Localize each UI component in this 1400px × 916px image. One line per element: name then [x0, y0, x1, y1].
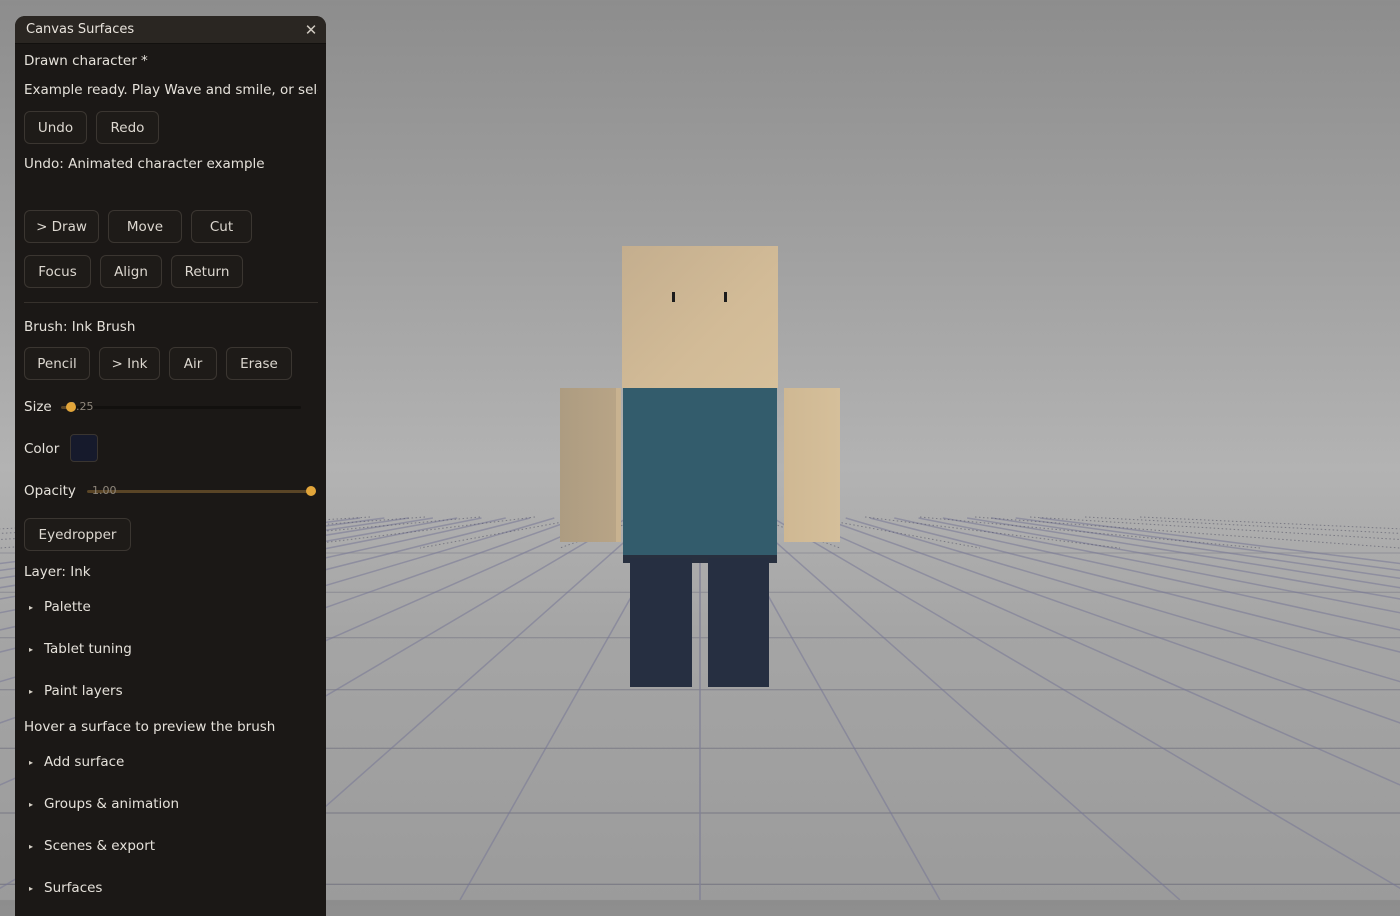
character-left-arm[interactable]: [560, 388, 621, 542]
character-left-leg[interactable]: [630, 558, 692, 687]
add-surface-section[interactable]: ▸ Add surface: [29, 754, 124, 770]
section-label: Tablet tuning: [44, 641, 132, 657]
size-label: Size: [24, 399, 52, 415]
caret-right-icon: ▸: [29, 686, 34, 696]
paint-layers-section[interactable]: ▸ Paint layers: [29, 683, 123, 699]
close-icon[interactable]: ✕: [302, 21, 320, 39]
character-right-leg[interactable]: [708, 558, 769, 687]
panel-title: Canvas Surfaces: [26, 22, 135, 37]
undo-button[interactable]: Undo: [24, 111, 87, 144]
opacity-label: Opacity: [24, 483, 76, 499]
grid-line-receding: [942, 517, 1400, 600]
focus-button[interactable]: Focus: [24, 255, 91, 288]
character-torso[interactable]: [623, 388, 777, 555]
palette-section[interactable]: ▸ Palette: [29, 599, 91, 615]
grid-line-receding: [991, 517, 1400, 580]
grid-line-receding: [966, 517, 1400, 589]
section-label: Add surface: [44, 754, 125, 770]
grid-line-receding: [772, 517, 1400, 890]
document-name: Drawn character *: [24, 53, 148, 69]
undo-info: Undo: Animated character example: [24, 156, 265, 172]
layer-label: Layer: Ink: [24, 564, 91, 580]
section-label: Scenes & export: [44, 838, 156, 854]
status-message: Example ready. Play Wave and smile, or s…: [24, 82, 318, 98]
groups-animation-section[interactable]: ▸ Groups & animation: [29, 796, 179, 812]
ink-brush-button[interactable]: > Ink: [99, 347, 160, 380]
align-button[interactable]: Align: [100, 255, 162, 288]
caret-right-icon: ▸: [29, 883, 34, 893]
grid-line-receding: [845, 517, 1400, 683]
caret-right-icon: ▸: [29, 757, 34, 767]
opacity-value: 1.00: [92, 484, 117, 497]
tablet-tuning-section[interactable]: ▸ Tablet tuning: [29, 641, 132, 657]
character-right-eye: [724, 292, 727, 302]
grid-line-receding: [918, 517, 1400, 614]
character-right-arm[interactable]: [784, 388, 840, 542]
return-button[interactable]: Return: [171, 255, 243, 288]
opacity-slider-fill: [87, 490, 316, 493]
caret-right-icon: ▸: [29, 644, 34, 654]
cut-tool-button[interactable]: Cut: [191, 210, 252, 243]
divider: [24, 302, 318, 303]
surfaces-section[interactable]: ▸ Surfaces: [29, 880, 102, 896]
section-label: Palette: [44, 599, 91, 615]
size-slider-track[interactable]: [61, 406, 301, 409]
caret-right-icon: ▸: [29, 841, 34, 851]
color-label: Color: [24, 441, 60, 457]
pencil-brush-button[interactable]: Pencil: [24, 347, 90, 380]
erase-brush-button[interactable]: Erase: [226, 347, 292, 380]
size-slider-thumb[interactable]: [66, 402, 76, 412]
character-left-eye: [672, 292, 675, 302]
eyedropper-button[interactable]: Eyedropper: [24, 518, 131, 551]
section-label: Paint layers: [44, 683, 123, 699]
canvas-surfaces-panel: Canvas Surfaces ✕ Drawn character * Exam…: [15, 16, 326, 916]
panel-titlebar[interactable]: Canvas Surfaces ✕: [15, 16, 326, 44]
draw-tool-button[interactable]: > Draw: [24, 210, 99, 243]
brush-heading: Brush: Ink Brush: [24, 319, 136, 335]
scenes-export-section[interactable]: ▸ Scenes & export: [29, 838, 155, 854]
color-swatch[interactable]: [70, 434, 98, 462]
air-brush-button[interactable]: Air: [169, 347, 217, 380]
section-label: Groups & animation: [44, 796, 180, 812]
character-head[interactable]: [622, 246, 778, 388]
section-label: Surfaces: [44, 880, 103, 896]
grid-line-far: [1139, 516, 1400, 530]
caret-right-icon: ▸: [29, 799, 34, 809]
caret-right-icon: ▸: [29, 602, 34, 612]
redo-button[interactable]: Redo: [96, 111, 159, 144]
opacity-slider-thumb[interactable]: [306, 486, 316, 496]
grid-line-receding: [748, 517, 1181, 900]
hover-hint: Hover a surface to preview the brush: [24, 719, 276, 735]
move-tool-button[interactable]: Move: [108, 210, 182, 243]
